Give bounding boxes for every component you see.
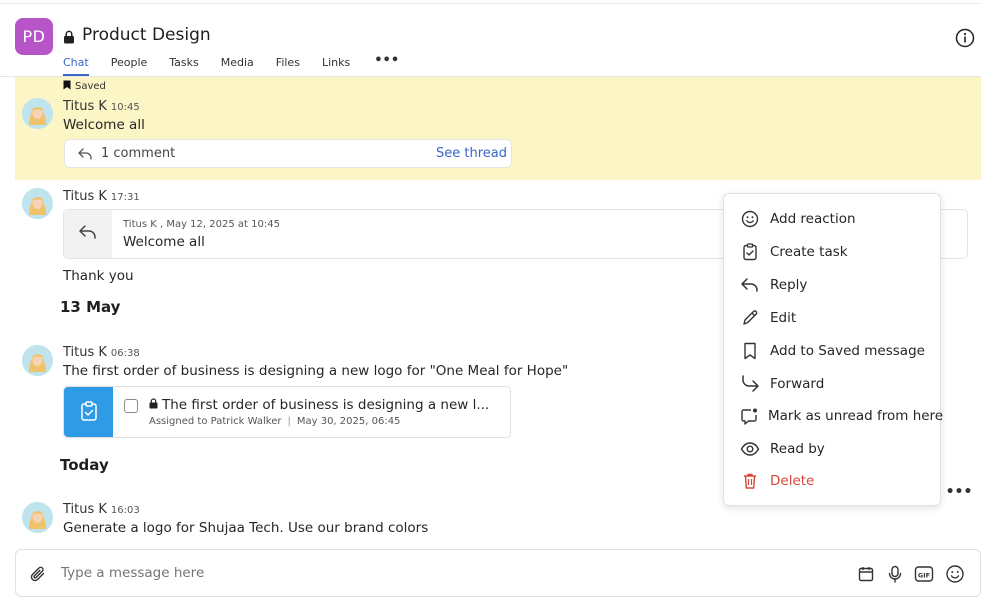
message-time: 06:38 (110, 348, 140, 359)
message-composer: GIF (15, 549, 981, 597)
menu-item-label: Read by (770, 441, 825, 457)
trash-icon (740, 471, 760, 491)
saved-message[interactable]: Saved Titus K 10:45 Welcome all 1 comment… (15, 77, 981, 180)
task-card[interactable]: The first order of business is designing… (63, 386, 511, 438)
avatar[interactable] (22, 345, 53, 376)
microphone-icon[interactable] (885, 564, 905, 584)
saved-label: Saved (75, 81, 106, 92)
menu-item-create-task[interactable]: Create task (740, 240, 935, 264)
quote-meta: Titus K , May 12, 2025 at 10:45 (123, 219, 280, 230)
quote-icon-area (64, 210, 112, 258)
tab-bar: Chat People Tasks Media Files Links ••• (63, 54, 399, 76)
comment-count: 1 comment (101, 146, 176, 161)
message-author: Titus K 17:31 (63, 189, 140, 204)
task-title: The first order of business is designing… (149, 397, 489, 413)
tab-files[interactable]: Files (276, 56, 300, 76)
menu-item-add-reaction[interactable]: Add reaction (740, 207, 935, 231)
avatar[interactable] (22, 188, 53, 219)
group-avatar[interactable]: PD (15, 18, 53, 55)
tab-media[interactable]: Media (221, 56, 254, 76)
thread-summary[interactable]: 1 comment See thread (64, 139, 512, 168)
message-input[interactable] (61, 565, 761, 581)
message-text: Generate a logo for Shujaa Tech. Use our… (63, 520, 429, 536)
message-author: Titus K 06:38 (63, 345, 140, 360)
task-due-date: May 30, 2025, 06:45 (296, 416, 401, 427)
eye-icon (740, 439, 760, 459)
tab-people[interactable]: People (111, 56, 148, 76)
menu-item-label: Edit (770, 310, 797, 326)
reply-icon (77, 222, 99, 246)
svg-text:GIF: GIF (918, 572, 930, 580)
task-title-text: The first order of business is designing… (162, 397, 490, 413)
message-time: 17:31 (110, 192, 140, 203)
message-author: Titus K 10:45 (63, 99, 140, 114)
menu-item-label: Add reaction (770, 211, 856, 227)
author-name: Titus K (63, 189, 107, 204)
tab-chat[interactable]: Chat (63, 56, 89, 76)
chat-header: PD Product Design Chat People Tasks Medi… (0, 0, 981, 77)
forward-icon (740, 374, 760, 394)
menu-item-forward[interactable]: Forward (740, 372, 935, 396)
message-text: The first order of business is designing… (63, 363, 569, 379)
message-text: Thank you (63, 268, 134, 284)
date-separator: Today (60, 456, 109, 474)
unread-icon (740, 406, 758, 426)
gif-icon[interactable]: GIF (914, 564, 934, 584)
author-name: Titus K (63, 345, 107, 360)
menu-item-reply[interactable]: Reply (740, 273, 935, 297)
tab-tasks[interactable]: Tasks (169, 56, 198, 76)
bookmark-icon (740, 341, 760, 361)
emoji-icon[interactable] (945, 564, 965, 584)
task-icon-area (64, 387, 113, 437)
date-separator: 13 May (60, 298, 121, 316)
menu-item-label: Add to Saved message (770, 343, 925, 359)
menu-item-label: Delete (770, 473, 815, 489)
quote-text: Welcome all (123, 234, 205, 250)
tabs-more-button[interactable]: ••• (374, 54, 399, 76)
message-time: 10:45 (110, 102, 140, 113)
menu-item-label: Reply (770, 277, 808, 293)
assigned-label: Assigned to (149, 416, 208, 427)
group-title: Product Design (82, 25, 211, 45)
menu-item-delete[interactable]: Delete (740, 469, 935, 493)
menu-item-label: Forward (770, 376, 825, 392)
author-name: Titus K (63, 502, 107, 517)
see-thread-link[interactable]: See thread (436, 146, 507, 161)
bookmark-filled-icon (63, 80, 71, 93)
message-text: Welcome all (63, 117, 145, 133)
saved-tag: Saved (63, 80, 106, 93)
task-assignment: Assigned to Patrick Walker | May 30, 2025,… (149, 416, 401, 427)
clipboard-icon (80, 401, 98, 425)
task-icon (740, 242, 760, 262)
message-context-menu: Add reaction Create task Reply Edit Add … (723, 193, 943, 506)
calendar-icon[interactable] (856, 564, 876, 584)
reply-icon (77, 146, 93, 166)
task-checkbox[interactable] (124, 399, 138, 413)
assignee-name[interactable]: Patrick Walker (211, 416, 282, 427)
avatar[interactable] (22, 98, 53, 129)
message-time: 16:03 (110, 505, 140, 516)
top-divider (0, 3, 981, 4)
menu-item-label: Mark as unread from here (768, 408, 944, 424)
message-more-button[interactable]: ••• (943, 481, 975, 503)
info-icon[interactable] (955, 28, 975, 52)
author-name: Titus K (63, 99, 107, 114)
menu-item-edit[interactable]: Edit (740, 306, 935, 330)
smile-icon (740, 209, 760, 229)
paperclip-icon[interactable] (28, 564, 48, 584)
avatar[interactable] (22, 502, 53, 533)
menu-item-label: Create task (770, 244, 848, 260)
tab-links[interactable]: Links (322, 56, 350, 76)
menu-item-add-to-saved[interactable]: Add to Saved message (740, 339, 935, 363)
pencil-icon (740, 308, 760, 328)
lock-icon (63, 29, 75, 48)
menu-item-mark-unread[interactable]: Mark as unread from here (740, 404, 943, 428)
reply-icon (740, 275, 760, 295)
lock-icon (149, 397, 158, 413)
menu-item-read-by[interactable]: Read by (740, 437, 935, 461)
message-author: Titus K 16:03 (63, 502, 140, 517)
